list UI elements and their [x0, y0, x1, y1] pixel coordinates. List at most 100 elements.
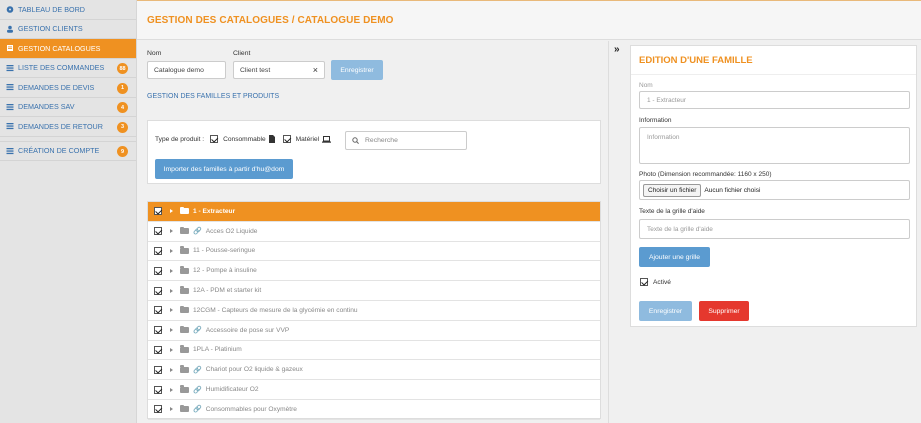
row-label: 12 - Pompe à insuline [193, 267, 257, 275]
list-icon [6, 122, 14, 130]
tree-row[interactable]: 12 - Pompe à insuline [148, 261, 600, 282]
grid-text-input[interactable]: Texte de la grille d'aide [639, 219, 910, 239]
sidebar-item-label: CRÉATION DE COMPTE [18, 146, 100, 156]
list-icon [6, 83, 14, 91]
row-checkbox[interactable] [154, 207, 162, 216]
folder-icon [180, 246, 189, 254]
expand-caret-icon[interactable] [170, 367, 173, 372]
sidebar-item-clients[interactable]: GESTION CLIENTS [0, 20, 136, 39]
link-icon: 🔗 [193, 366, 202, 374]
sidebar-item-sav[interactable]: DEMANDES SAV 4 [0, 98, 136, 117]
consommable-label: Consommable [223, 135, 266, 143]
expand-caret-icon[interactable] [170, 347, 173, 352]
client-select[interactable]: Client test × [233, 61, 325, 79]
row-checkbox[interactable] [154, 365, 162, 374]
sidebar-item-devis[interactable]: DEMANDES DE DEVIS 1 [0, 78, 136, 98]
row-checkbox[interactable] [154, 345, 162, 354]
tree-row[interactable]: 🔗 Accessoire de pose sur VVP [148, 321, 600, 341]
photo-file-input[interactable]: Choisir un fichier Aucun fichier choisi [639, 180, 910, 200]
clear-icon[interactable]: × [313, 65, 318, 75]
row-checkbox[interactable] [154, 326, 162, 335]
sidebar-item-commandes[interactable]: LISTE DES COMMANDES 88 [0, 59, 136, 78]
tree-row[interactable]: 1 - Extracteur [148, 202, 600, 222]
panel-divider [608, 41, 609, 423]
row-label: Acces O2 Liquide [205, 227, 258, 235]
expand-caret-icon[interactable] [170, 407, 173, 412]
choose-file-button[interactable]: Choisir un fichier [643, 183, 702, 197]
tree-row[interactable]: 🔗 Acces O2 Liquide [148, 222, 600, 242]
row-checkbox[interactable] [154, 306, 162, 315]
panel-title: EDITION D'UNE FAMILLE [639, 55, 753, 66]
tree-row[interactable]: 🔗 Consommables pour Oxymètre [148, 400, 600, 420]
link-icon: 🔗 [193, 327, 202, 335]
row-checkbox[interactable] [154, 405, 162, 414]
grid-text-label: Texte de la grille d'aide [639, 208, 705, 215]
row-checkbox[interactable] [154, 266, 162, 275]
sidebar-item-label: LISTE DES COMMANDES [18, 63, 105, 73]
expand-caret-icon[interactable] [170, 209, 173, 214]
save-catalogue-button[interactable]: Enregistrer [331, 60, 383, 80]
edit-family-panel: EDITION D'UNE FAMILLE Nom 1 - Extracteur… [630, 45, 917, 327]
folder-icon [180, 365, 189, 373]
expand-caret-icon[interactable] [170, 328, 173, 333]
tree-row[interactable]: 12CGM - Capteurs de mesure de la glycémi… [148, 301, 600, 321]
consommable-checkbox[interactable] [210, 135, 219, 143]
family-name-input[interactable]: 1 - Extracteur [639, 91, 910, 109]
nom-label: Nom [147, 50, 162, 57]
client-label: Client [233, 50, 251, 57]
row-label: Chariot pour O2 liquide & gazeux [205, 366, 303, 374]
count-badge: 1 [117, 82, 128, 94]
folder-icon [180, 286, 189, 294]
row-label: Consommables pour Oxymètre [205, 405, 297, 413]
link-icon: 🔗 [193, 386, 202, 394]
expand-caret-icon[interactable] [170, 308, 173, 313]
sidebar-item-creation-compte[interactable]: CRÉATION DE COMPTE 9 [0, 142, 136, 161]
sidebar-item-catalogues[interactable]: GESTION CATALOGUES [0, 39, 136, 59]
expand-caret-icon[interactable] [170, 387, 173, 392]
folder-icon [180, 206, 189, 215]
tree-row[interactable]: 11 - Pousse-seringue [148, 242, 600, 262]
folder-icon [180, 305, 189, 314]
active-label: Activé [653, 278, 671, 286]
count-badge: 9 [117, 146, 128, 157]
product-type-label: Type de produit : [155, 135, 205, 143]
main-content: Nom Catalogue demo Client Client test × … [137, 41, 608, 423]
import-families-button[interactable]: Importer des familles à partir d'hu@dom [155, 159, 293, 179]
delete-family-button[interactable]: Supprimer [699, 301, 749, 321]
row-checkbox[interactable] [154, 227, 162, 236]
expand-caret-icon[interactable] [170, 268, 173, 273]
family-tree: 1 - Extracteur 🔗 Acces O2 Liquide 11 - Pous… [147, 201, 601, 420]
tree-row[interactable]: 1PLA - Platinium [148, 341, 600, 361]
filter-panel: Type de produit : Consommable Matériel R… [147, 120, 601, 184]
nom-input[interactable]: Catalogue demo [147, 61, 226, 79]
page-title: GESTION DES CATALOGUES / CATALOGUE DEMO [147, 15, 394, 26]
materiel-checkbox[interactable] [282, 135, 291, 143]
search-placeholder: Recherche [365, 137, 398, 144]
count-badge: 3 [117, 121, 128, 133]
expand-caret-icon[interactable] [170, 248, 173, 253]
collapse-panel-icon[interactable]: » [614, 44, 620, 55]
row-checkbox[interactable] [154, 246, 162, 255]
photo-label: Photo (Dimension recommandée: 1160 x 250… [639, 171, 772, 178]
users-icon [6, 25, 14, 33]
panel-divider [631, 74, 916, 75]
row-checkbox[interactable] [154, 385, 162, 394]
tree-row[interactable]: 🔗 Humidificateur O2 [148, 380, 600, 400]
search-input[interactable]: Recherche [345, 131, 467, 150]
sidebar-item-dashboard[interactable]: TABLEAU DE BORD [0, 0, 136, 20]
sidebar-item-label: TABLEAU DE BORD [18, 4, 85, 14]
row-checkbox[interactable] [154, 286, 162, 295]
row-label: Accessoire de pose sur VVP [205, 326, 290, 334]
save-family-button[interactable]: Enregistrer [639, 301, 692, 321]
add-grid-button[interactable]: Ajouter une grille [639, 247, 710, 267]
tree-row[interactable]: 🔗 Chariot pour O2 liquide & gazeux [148, 360, 600, 381]
list-icon [6, 147, 14, 155]
tree-row[interactable]: 12A - PDM et starter kit [148, 281, 600, 301]
information-textarea[interactable]: Information [639, 127, 910, 164]
active-checkbox[interactable] [640, 278, 648, 286]
expand-caret-icon[interactable] [170, 229, 173, 234]
expand-caret-icon[interactable] [170, 288, 173, 293]
row-label: 11 - Pousse-seringue [193, 247, 256, 255]
sidebar-item-retour[interactable]: DEMANDES DE RETOUR 3 [0, 117, 136, 137]
materiel-label: Matériel [295, 135, 320, 143]
